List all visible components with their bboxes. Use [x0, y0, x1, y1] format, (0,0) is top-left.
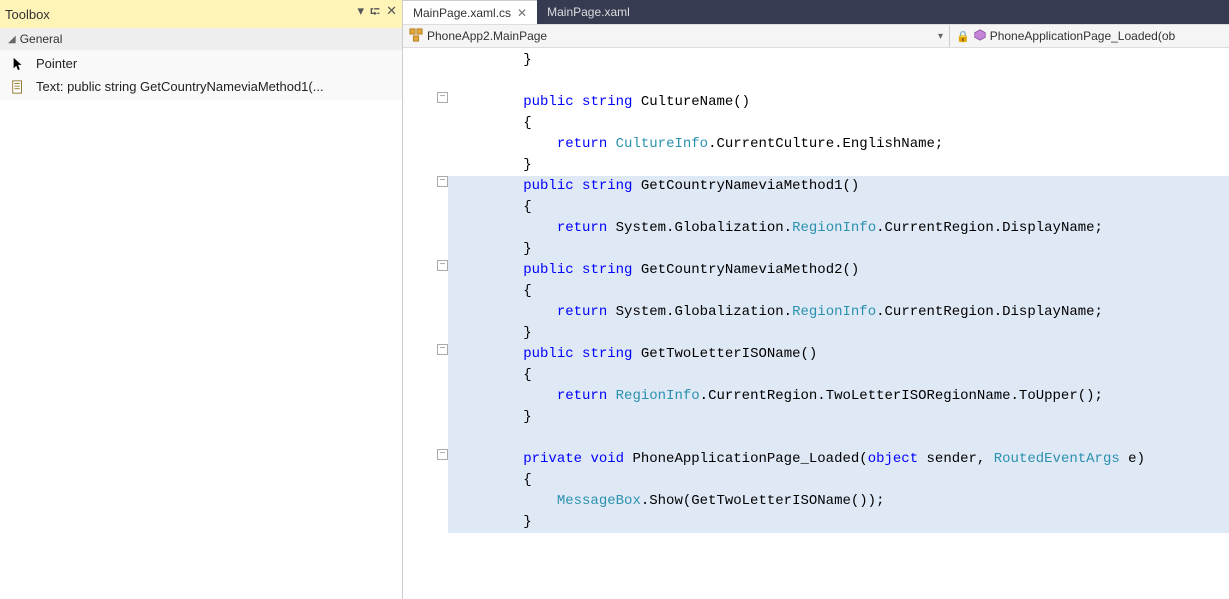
member-dropdown[interactable]: 🔒 PhoneApplicationPage_Loaded(ob: [950, 25, 1229, 47]
tab-label: MainPage.xaml.cs: [413, 6, 511, 20]
code-line: public string GetTwoLetterISOName(): [448, 344, 1229, 365]
code-line: return System.Globalization.RegionInfo.C…: [448, 218, 1229, 239]
fold-toggle-icon[interactable]: −: [437, 449, 448, 460]
code-line: {: [448, 113, 1229, 134]
code-line: {: [448, 470, 1229, 491]
fold-toggle-icon[interactable]: −: [437, 344, 448, 355]
code-line: }: [448, 239, 1229, 260]
class-icon: [409, 28, 423, 45]
toolbox-item-label: Pointer: [36, 56, 77, 71]
code-content[interactable]: } public string CultureName() { return C…: [448, 48, 1229, 599]
code-line: return CultureInfo.CurrentCulture.Englis…: [448, 134, 1229, 155]
code-editor[interactable]: − − − − − } public string CultureName() …: [403, 48, 1229, 599]
code-line: [448, 71, 1229, 92]
toolbox-header: Toolbox ▾ ⮓ ✕: [0, 0, 402, 28]
fold-toggle-icon[interactable]: −: [437, 176, 448, 187]
toolbox-item-text-snippet[interactable]: Text: public string GetCountryNameviaMet…: [0, 75, 402, 98]
toolbox-item-pointer[interactable]: Pointer: [0, 52, 402, 75]
editor-area: MainPage.xaml.cs ✕ MainPage.xaml PhoneAp…: [403, 0, 1229, 599]
toolbox-items-list: Pointer Text: public string GetCountryNa…: [0, 50, 402, 100]
document-icon: [10, 80, 26, 94]
tab-mainpage-cs[interactable]: MainPage.xaml.cs ✕: [403, 0, 537, 24]
code-line: public string GetCountryNameviaMethod2(): [448, 260, 1229, 281]
code-line: public string CultureName(): [448, 92, 1229, 113]
toolbox-section-label: General: [20, 32, 63, 46]
code-nav-bar: PhoneApp2.MainPage ▾ 🔒 PhoneApplicationP…: [403, 24, 1229, 48]
toolbox-item-label: Text: public string GetCountryNameviaMet…: [36, 79, 324, 94]
class-dropdown-label: PhoneApp2.MainPage: [427, 29, 547, 43]
code-line: }: [448, 407, 1229, 428]
document-tabbar: MainPage.xaml.cs ✕ MainPage.xaml: [403, 0, 1229, 24]
toolbox-title: Toolbox: [5, 7, 358, 22]
app-root: Toolbox ▾ ⮓ ✕ ◢ General Pointer Tex: [0, 0, 1229, 599]
code-line: return RegionInfo.CurrentRegion.TwoLette…: [448, 386, 1229, 407]
close-icon[interactable]: ✕: [386, 3, 397, 25]
code-line: {: [448, 281, 1229, 302]
dropdown-arrow-icon[interactable]: ▾: [358, 3, 365, 25]
tab-label: MainPage.xaml: [547, 5, 630, 19]
expand-arrow-icon: ◢: [8, 34, 16, 45]
tab-mainpage-xaml[interactable]: MainPage.xaml: [537, 0, 640, 24]
code-line: }: [448, 512, 1229, 533]
class-dropdown[interactable]: PhoneApp2.MainPage ▾: [403, 25, 950, 47]
member-dropdown-label: PhoneApplicationPage_Loaded(ob: [990, 29, 1176, 43]
outline-gutter[interactable]: − − − − −: [403, 48, 448, 599]
toolbox-panel: Toolbox ▾ ⮓ ✕ ◢ General Pointer Tex: [0, 0, 403, 599]
toolbox-empty-area: [0, 100, 402, 599]
chevron-down-icon: ▾: [938, 31, 943, 42]
code-line: {: [448, 365, 1229, 386]
close-icon[interactable]: ✕: [517, 6, 527, 20]
method-icon: [974, 29, 986, 44]
pin-icon[interactable]: ⮓: [370, 3, 380, 25]
code-line: private void PhoneApplicationPage_Loaded…: [448, 449, 1229, 470]
pointer-icon: [10, 57, 26, 71]
code-line: public string GetCountryNameviaMethod1(): [448, 176, 1229, 197]
fold-toggle-icon[interactable]: −: [437, 92, 448, 103]
code-line: MessageBox.Show(GetTwoLetterISOName());: [448, 491, 1229, 512]
code-line: }: [448, 323, 1229, 344]
lock-icon: 🔒: [956, 30, 970, 43]
code-line: }: [448, 155, 1229, 176]
code-line: [448, 428, 1229, 449]
code-line: return System.Globalization.RegionInfo.C…: [448, 302, 1229, 323]
code-line: {: [448, 197, 1229, 218]
code-line: }: [448, 50, 1229, 71]
toolbox-section-general[interactable]: ◢ General: [0, 28, 402, 50]
fold-toggle-icon[interactable]: −: [437, 260, 448, 271]
